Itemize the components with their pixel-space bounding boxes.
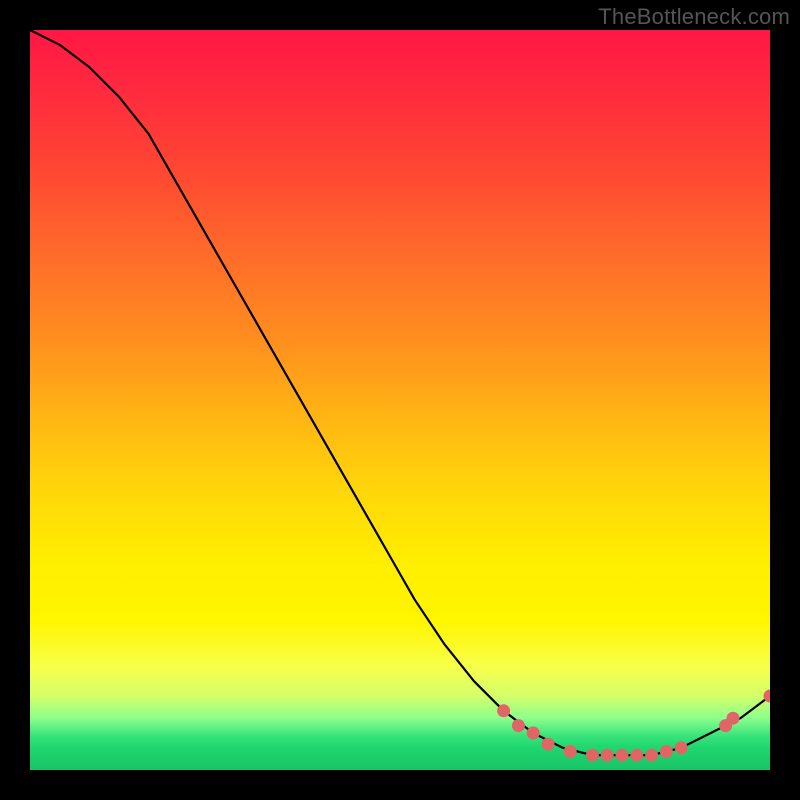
watermark-text: TheBottleneck.com <box>598 4 790 30</box>
plot-background <box>30 30 770 770</box>
chart-stage: TheBottleneck.com <box>0 0 800 800</box>
